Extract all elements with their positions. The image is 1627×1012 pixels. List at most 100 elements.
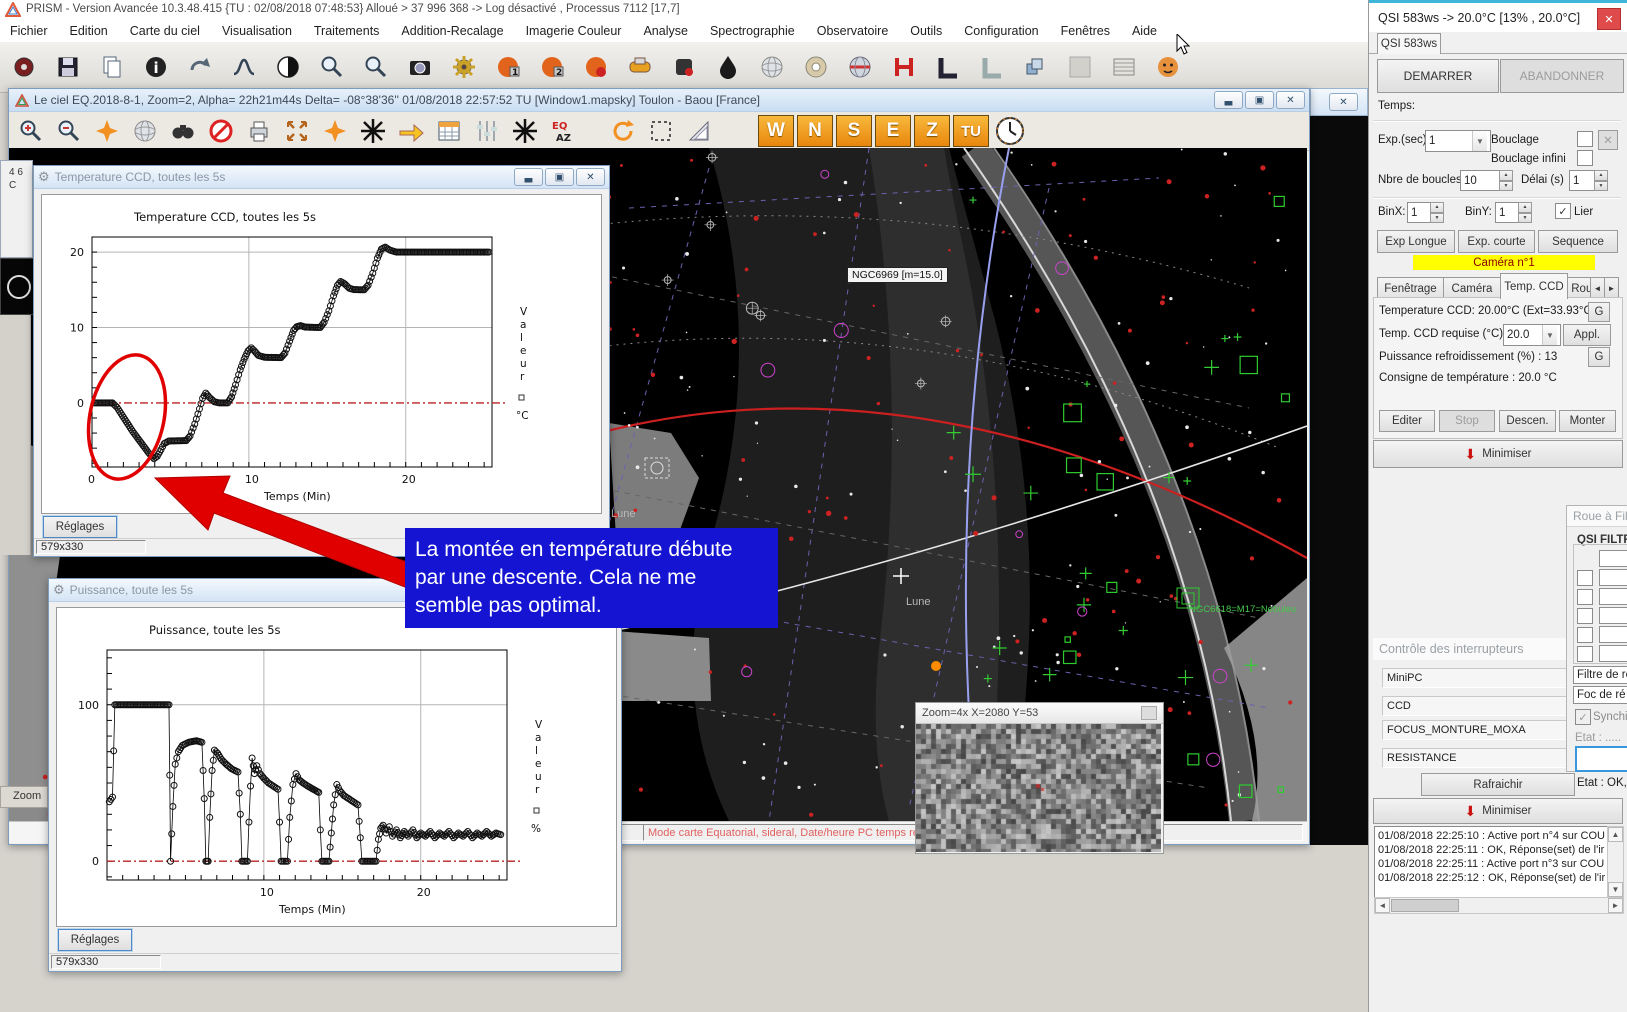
tool-dark-icon[interactable] xyxy=(664,47,704,87)
set-square-icon[interactable] xyxy=(681,115,716,147)
globe-icon[interactable] xyxy=(840,47,880,87)
menu-aide[interactable]: Aide xyxy=(1132,24,1157,38)
temperature-reglages-button[interactable]: Réglages xyxy=(43,516,117,538)
menu-carte-du-ciel[interactable]: Carte du ciel xyxy=(130,24,200,38)
temp-requise-select[interactable]: 20.0▼ xyxy=(1503,324,1561,346)
temperature-minimize-icon[interactable]: ▃ xyxy=(514,168,543,186)
drop-icon[interactable] xyxy=(708,47,748,87)
bouclage-infini-checkbox[interactable] xyxy=(1577,150,1593,166)
donut-icon[interactable] xyxy=(796,47,836,87)
power-reglages-button[interactable]: Réglages xyxy=(58,929,132,951)
stop-button[interactable]: Stop xyxy=(1439,410,1495,432)
minimiser-button-top[interactable]: ⬇ Minimiser xyxy=(1373,440,1623,468)
compass-button-s[interactable]: S xyxy=(836,115,872,147)
gear-gold-icon[interactable] xyxy=(444,47,484,87)
menu-traitements[interactable]: Traitements xyxy=(314,24,380,38)
filter-name-field[interactable] xyxy=(1599,607,1627,624)
rotate-orange-icon[interactable] xyxy=(605,115,640,147)
camera-2-icon[interactable]: 2 xyxy=(532,47,572,87)
camera-red-icon[interactable] xyxy=(576,47,616,87)
menu-addition-recalage[interactable]: Addition-Recalage xyxy=(401,24,503,38)
exp-select[interactable]: 1▼ xyxy=(1425,130,1491,152)
expand-icon[interactable] xyxy=(279,115,314,147)
abandonner-button[interactable]: ABANDONNER xyxy=(1500,59,1624,93)
compass-button-e[interactable]: E xyxy=(875,115,911,147)
scroll-left-icon[interactable]: ◄ xyxy=(1375,898,1390,913)
clock-icon[interactable] xyxy=(992,115,1027,147)
ccd-zoom-close-icon[interactable] xyxy=(1141,706,1157,720)
menu-observatoire[interactable]: Observatoire xyxy=(817,24,889,38)
filter-name-field[interactable] xyxy=(1599,569,1627,586)
zoom-out-icon[interactable] xyxy=(51,115,86,147)
menu-analyse[interactable]: Analyse xyxy=(643,24,687,38)
undo-icon[interactable] xyxy=(180,47,220,87)
panel-icon[interactable] xyxy=(1104,47,1144,87)
filtre-de-re-field[interactable]: Filtre de re xyxy=(1573,666,1627,684)
menu-imagerie-couleur[interactable]: Imagerie Couleur xyxy=(526,24,622,38)
cube-3d-icon[interactable] xyxy=(1016,47,1056,87)
scroll-down-icon[interactable]: ▼ xyxy=(1608,882,1623,897)
menu-visualisation[interactable]: Visualisation xyxy=(222,24,292,38)
qsi-tab-right-icon[interactable]: ► xyxy=(1604,277,1619,299)
foc-de-re-field[interactable]: Foc de ré xyxy=(1573,686,1627,704)
sky-window-titlebar[interactable]: Le ciel EQ.2018-8-1, Zoom=2, Alpha= 22h2… xyxy=(9,89,1309,112)
camera-1-icon[interactable]: 1 xyxy=(488,47,528,87)
sphere-icon[interactable] xyxy=(752,47,792,87)
switch-row-focus-monture-moxa[interactable]: FOCUS_MONTURE_MOXA xyxy=(1382,720,1580,740)
binx-stepper[interactable]: ▲▼ xyxy=(1430,202,1444,223)
exp-longue-button[interactable]: Exp Longue xyxy=(1377,230,1455,253)
temp-graph-button[interactable]: G xyxy=(1588,302,1610,322)
sphere-grey-icon[interactable] xyxy=(127,115,162,147)
curve-icon[interactable] xyxy=(224,47,264,87)
filter-name-field[interactable] xyxy=(1599,588,1627,605)
pages-icon[interactable] xyxy=(92,47,132,87)
menu-configuration[interactable]: Configuration xyxy=(964,24,1038,38)
tab-fen-trage[interactable]: Fenêtrage xyxy=(1377,277,1444,299)
scroll-thumb[interactable] xyxy=(1391,899,1459,912)
contrast-icon[interactable] xyxy=(268,47,308,87)
qsi-tab-left-icon[interactable]: ◄ xyxy=(1590,277,1605,299)
puissance-graph-button[interactable]: G xyxy=(1588,347,1610,367)
filter-checkbox[interactable] xyxy=(1577,646,1593,662)
info-icon[interactable]: i xyxy=(136,47,176,87)
monter-button[interactable]: Monter xyxy=(1559,410,1616,432)
demarrer-button[interactable]: DEMARRER xyxy=(1377,59,1499,93)
lier-checkbox[interactable]: ✓ xyxy=(1555,203,1571,219)
blank-icon[interactable] xyxy=(1060,47,1100,87)
clamp-red-icon[interactable] xyxy=(884,47,924,87)
filter-name-field[interactable] xyxy=(1599,550,1627,567)
tab-cam-ra[interactable]: Caméra xyxy=(1443,277,1501,299)
zoom-small-icon[interactable] xyxy=(312,47,352,87)
scroll-right-icon[interactable]: ► xyxy=(1608,898,1623,913)
menu-spectrographie[interactable]: Spectrographie xyxy=(710,24,795,38)
bouclage-cancel-icon[interactable]: ✕ xyxy=(1598,130,1618,150)
log-horizontal-scrollbar[interactable]: ◄ ► xyxy=(1374,897,1624,914)
log-vertical-scrollbar[interactable]: ▲ ▼ xyxy=(1607,826,1624,898)
qsi-close-icon[interactable]: ✕ xyxy=(1597,8,1621,30)
motor-icon[interactable] xyxy=(620,47,660,87)
filter-name-field[interactable] xyxy=(1599,645,1627,662)
zoom-page-icon[interactable] xyxy=(356,47,396,87)
biny-stepper[interactable]: ▲▼ xyxy=(1518,202,1532,223)
filter-checkbox[interactable] xyxy=(1577,570,1593,586)
filter-wheel-focused-button[interactable] xyxy=(1575,746,1627,772)
temperature-close-icon[interactable]: ✕ xyxy=(576,168,605,186)
bracket-dark-icon[interactable] xyxy=(928,47,968,87)
chevron-down-icon[interactable]: ▼ xyxy=(1542,325,1557,345)
filter-name-field[interactable] xyxy=(1599,626,1627,643)
eq-az-icon[interactable]: EQAZ xyxy=(545,115,580,147)
sky-restore-icon[interactable]: ▣ xyxy=(1245,91,1274,109)
temperature-window-titlebar[interactable]: ⚙ Temperature CCD, toutes les 5s ▃ ▣ ✕ xyxy=(34,166,609,189)
editer-button[interactable]: Editer xyxy=(1379,410,1435,432)
qsi-window-tab[interactable]: QSI 583ws xyxy=(1377,33,1441,54)
bouclage-checkbox[interactable] xyxy=(1577,131,1593,147)
hidden-window-close-icon[interactable]: ✕ xyxy=(1329,93,1358,111)
star-black-icon[interactable] xyxy=(355,115,390,147)
bracket-grey-icon[interactable] xyxy=(972,47,1012,87)
compass-button-z[interactable]: Z xyxy=(914,115,950,147)
goto-arrow-icon[interactable] xyxy=(393,115,428,147)
menu-outils[interactable]: Outils xyxy=(910,24,942,38)
compass-button-tu[interactable]: TU xyxy=(953,115,989,147)
save-icon[interactable] xyxy=(48,47,88,87)
rafraichir-button[interactable]: Rafraichir xyxy=(1421,773,1575,796)
